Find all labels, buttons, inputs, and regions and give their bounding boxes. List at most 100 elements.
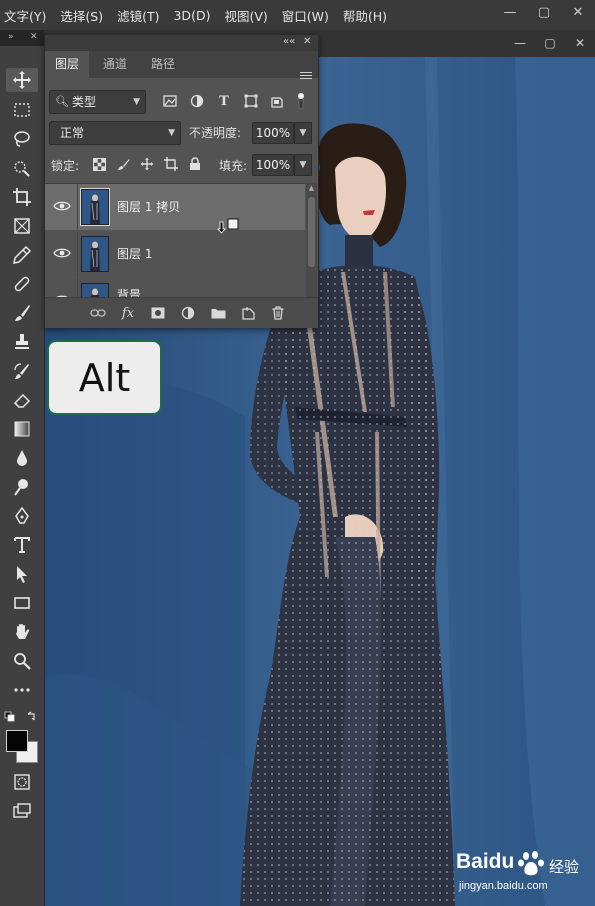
eraser-tool[interactable] bbox=[6, 388, 38, 412]
shape-filter-icon[interactable] bbox=[242, 92, 260, 110]
layer-list: 图层 1 拷贝 图层 1 背景 bbox=[45, 183, 305, 298]
adjustment-icon[interactable] bbox=[179, 304, 197, 322]
blend-mode-value: 正常 bbox=[60, 126, 85, 140]
document-window-controls: — ▢ ✕ bbox=[505, 34, 595, 52]
layers-panel: «« ✕ 图层 通道 路径 🔍︎ 类型 ▼ T 正常 ▼ 不透明度: 100% … bbox=[44, 34, 319, 328]
history-brush-tool[interactable] bbox=[6, 359, 38, 383]
lock-label: 锁定: bbox=[51, 159, 80, 173]
folder-icon[interactable] bbox=[209, 304, 227, 322]
crop-tool[interactable] bbox=[6, 185, 38, 209]
pixel-filter-icon[interactable] bbox=[161, 92, 179, 110]
menu-select[interactable]: 选择(S) bbox=[60, 6, 111, 25]
quick-mask-tool[interactable] bbox=[6, 770, 38, 794]
frame-tool[interactable] bbox=[6, 214, 38, 238]
layer-name: 图层 1 bbox=[117, 247, 153, 261]
menu-window[interactable]: 窗口(W) bbox=[282, 6, 337, 25]
foreground-color-swatch[interactable] bbox=[6, 730, 28, 752]
menu-filter[interactable]: 滤镜(T) bbox=[117, 6, 167, 25]
fill-label: 填充: bbox=[219, 159, 248, 173]
menu-help[interactable]: 帮助(H) bbox=[343, 6, 395, 25]
search-icon: 🔍︎ bbox=[55, 95, 69, 108]
scrollbar-thumb[interactable] bbox=[308, 197, 315, 267]
doc-close-button[interactable]: ✕ bbox=[565, 34, 595, 52]
screen-mode-tool[interactable] bbox=[6, 799, 38, 823]
tab-paths[interactable]: 路径 bbox=[141, 51, 185, 78]
minimize-button[interactable]: — bbox=[493, 1, 527, 23]
healing-brush-tool[interactable] bbox=[6, 272, 38, 296]
panel-menu-icon[interactable] bbox=[300, 72, 312, 82]
type-tool[interactable] bbox=[6, 533, 38, 557]
pen-icon bbox=[15, 506, 29, 524]
layer-row[interactable]: 图层 1 bbox=[45, 231, 305, 277]
lasso-icon bbox=[14, 131, 30, 147]
fill-input[interactable]: 100% bbox=[252, 154, 294, 176]
clip-cursor-icon bbox=[217, 218, 239, 234]
type-filter-icon[interactable]: T bbox=[215, 92, 233, 110]
blur-tool[interactable] bbox=[6, 446, 38, 470]
blend-mode-select[interactable]: 正常 ▼ bbox=[49, 121, 181, 145]
opacity-input[interactable]: 100% bbox=[252, 122, 294, 144]
scroll-up-icon[interactable]: ▲ bbox=[306, 184, 317, 192]
trash-icon[interactable] bbox=[269, 304, 287, 322]
lock-position-icon[interactable] bbox=[139, 156, 155, 172]
new-layer-icon[interactable] bbox=[239, 304, 257, 322]
lock-all-icon[interactable] bbox=[187, 156, 203, 172]
visibility-eye-icon[interactable] bbox=[53, 200, 71, 212]
doc-restore-button[interactable]: ▢ bbox=[535, 34, 565, 52]
menu-text[interactable]: 文字(Y) bbox=[4, 6, 54, 25]
adjustment-filter-icon[interactable] bbox=[188, 92, 206, 110]
magnifier-icon bbox=[14, 653, 31, 670]
dodge-icon bbox=[14, 479, 28, 496]
history-brush-icon bbox=[14, 363, 29, 379]
dodge-tool[interactable] bbox=[6, 475, 38, 499]
mask-icon[interactable] bbox=[149, 304, 167, 322]
opacity-dropdown-icon[interactable]: ▼ bbox=[294, 122, 312, 144]
doc-minimize-button[interactable]: — bbox=[505, 34, 535, 52]
stamp-tool[interactable] bbox=[6, 330, 38, 354]
close-button[interactable]: ✕ bbox=[561, 1, 595, 23]
link-icon[interactable] bbox=[89, 304, 107, 322]
zoom-tool[interactable] bbox=[6, 649, 38, 673]
window-controls: — ▢ ✕ bbox=[493, 0, 595, 30]
layer-scrollbar[interactable]: ▲ bbox=[306, 183, 317, 297]
brush-tool[interactable] bbox=[6, 301, 38, 325]
pen-tool[interactable] bbox=[6, 504, 38, 528]
quick-select-tool[interactable] bbox=[6, 156, 38, 180]
restore-button[interactable]: ▢ bbox=[527, 1, 561, 23]
panel-close-icon[interactable]: ✕ bbox=[303, 36, 311, 47]
rectangle-tool[interactable] bbox=[6, 591, 38, 615]
blend-row: 正常 ▼ 不透明度: 100% ▼ bbox=[49, 121, 314, 145]
fill-dropdown-icon[interactable]: ▼ bbox=[294, 154, 312, 176]
tab-layers[interactable]: 图层 bbox=[45, 51, 90, 78]
crop-icon bbox=[13, 188, 31, 206]
fx-icon[interactable]: fx bbox=[119, 304, 137, 322]
toolbar-close-icon[interactable]: ✕ bbox=[30, 32, 38, 42]
filter-toggle-switch[interactable] bbox=[297, 92, 305, 110]
tab-channels[interactable]: 通道 bbox=[93, 51, 137, 78]
marquee-icon bbox=[14, 103, 30, 117]
panel-collapse-icon[interactable]: «« bbox=[283, 36, 295, 47]
lock-transparency-icon[interactable] bbox=[91, 156, 107, 172]
eyedropper-tool[interactable] bbox=[6, 243, 38, 267]
menu-view[interactable]: 视图(V) bbox=[224, 6, 275, 25]
lasso-tool[interactable] bbox=[6, 127, 38, 151]
default-colors-icon[interactable] bbox=[4, 711, 40, 725]
lock-artboard-icon[interactable] bbox=[163, 156, 179, 172]
more-icon bbox=[14, 688, 30, 692]
brush-icon bbox=[15, 305, 30, 321]
visibility-eye-icon[interactable] bbox=[53, 247, 71, 259]
panel-tabs: 图层 通道 路径 bbox=[45, 51, 318, 79]
move-tool[interactable] bbox=[6, 68, 38, 92]
marquee-tool[interactable] bbox=[6, 98, 38, 122]
layer-row[interactable]: 图层 1 拷贝 bbox=[45, 184, 305, 230]
toolbar-collapse-icon[interactable]: » bbox=[8, 32, 14, 42]
filter-kind-select[interactable]: 🔍︎ 类型 ▼ bbox=[49, 90, 146, 114]
layer-row[interactable]: 背景 bbox=[45, 278, 305, 298]
path-select-tool[interactable] bbox=[6, 562, 38, 586]
lock-pixels-icon[interactable] bbox=[115, 156, 131, 172]
menu-3d[interactable]: 3D(D) bbox=[173, 8, 218, 23]
hand-tool[interactable] bbox=[6, 620, 38, 644]
more-tools[interactable] bbox=[6, 678, 38, 702]
smart-object-filter-icon[interactable] bbox=[268, 92, 286, 110]
gradient-tool[interactable] bbox=[6, 417, 38, 441]
